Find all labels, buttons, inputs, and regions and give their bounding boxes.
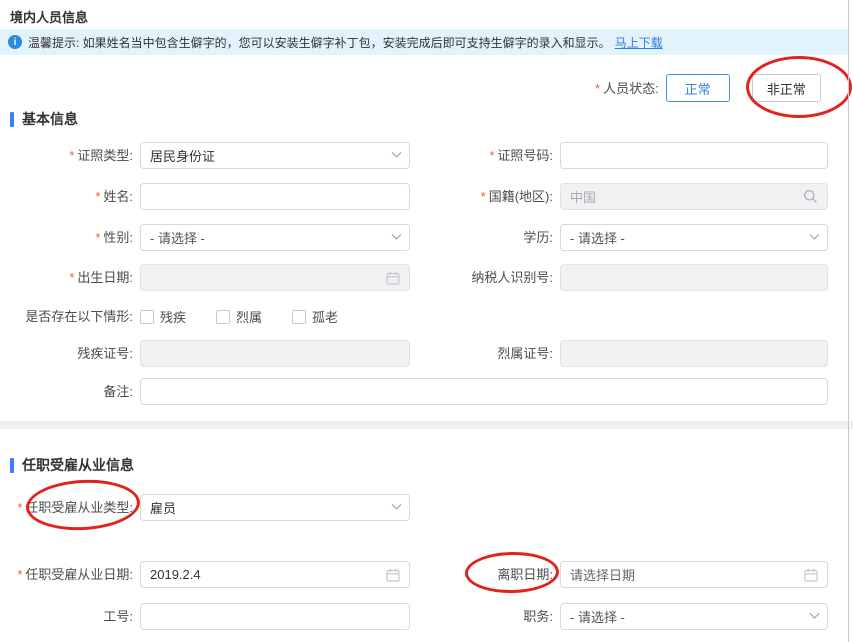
field-education: 学历: - 请选择 - bbox=[420, 224, 828, 251]
cert-no-input[interactable] bbox=[570, 143, 818, 168]
field-remarks: 备注: bbox=[0, 378, 828, 405]
required-mark: * bbox=[95, 230, 100, 245]
work-no-input[interactable] bbox=[150, 604, 400, 629]
checkbox-martyr-family[interactable]: 烈属 bbox=[216, 307, 262, 326]
field-martyr-no: 烈属证号: bbox=[420, 340, 828, 367]
remarks-input[interactable] bbox=[150, 379, 818, 404]
field-position: 职务: - 请选择 - bbox=[420, 603, 828, 630]
birth-date-picker bbox=[140, 264, 410, 291]
chevron-down-icon bbox=[810, 230, 820, 240]
conditions-label: 是否存在以下情形: bbox=[0, 303, 140, 330]
checkbox-disability[interactable]: 残疾 bbox=[140, 307, 186, 326]
notice-text: 温馨提示: 如果姓名当中包含生僻字的，您可以安装生僻字补丁包，安装完成后即可支持… bbox=[28, 34, 611, 51]
required-mark: * bbox=[69, 148, 74, 163]
calendar-icon bbox=[804, 568, 818, 582]
employment-type-select[interactable]: 雇员 bbox=[140, 494, 410, 521]
nationality-picker[interactable]: 中国 bbox=[560, 183, 828, 210]
employment-date-picker[interactable]: 2019.2.4 bbox=[140, 561, 410, 588]
field-resign-date: 离职日期: 请选择日期 bbox=[420, 561, 828, 588]
education-select[interactable]: - 请选择 - bbox=[560, 224, 828, 251]
field-birth-date: *出生日期: bbox=[0, 264, 410, 291]
required-mark: * bbox=[95, 189, 100, 204]
person-status-label: *人员状态: bbox=[595, 75, 666, 102]
section-accent-bar bbox=[10, 458, 14, 473]
person-status-group: *人员状态: 正常 非正常 bbox=[595, 74, 821, 102]
download-link[interactable]: 马上下载 bbox=[615, 34, 663, 51]
required-mark: * bbox=[69, 270, 74, 285]
field-gender: *性别: - 请选择 - bbox=[0, 224, 410, 251]
field-conditions: 是否存在以下情形: 残疾 烈属 孤老 bbox=[0, 303, 368, 330]
required-mark: * bbox=[489, 148, 494, 163]
status-normal-button[interactable]: 正常 bbox=[666, 74, 730, 102]
calendar-icon bbox=[386, 271, 400, 285]
field-work-no: 工号: bbox=[0, 603, 410, 630]
field-employment-date: *任职受雇从业日期: 2019.2.4 bbox=[0, 561, 410, 588]
field-cert-type: *证照类型: 居民身份证 bbox=[0, 142, 410, 169]
checkbox-icon[interactable] bbox=[292, 310, 306, 324]
field-cert-no: *证照号码: bbox=[420, 142, 828, 169]
position-select[interactable]: - 请选择 - bbox=[560, 603, 828, 630]
chevron-down-icon bbox=[392, 500, 402, 510]
search-icon bbox=[803, 189, 818, 204]
required-mark: * bbox=[17, 567, 22, 582]
cert-type-select[interactable]: 居民身份证 bbox=[140, 142, 410, 169]
field-taxpayer-id: 纳税人识别号: bbox=[420, 264, 828, 291]
name-input[interactable] bbox=[150, 184, 400, 209]
field-employment-type: *任职受雇从业类型: 雇员 bbox=[0, 494, 410, 521]
checkbox-icon[interactable] bbox=[140, 310, 154, 324]
notice-bar: i 温馨提示: 如果姓名当中包含生僻字的，您可以安装生僻字补丁包，安装完成后即可… bbox=[0, 29, 849, 55]
chevron-down-icon bbox=[392, 148, 402, 158]
section-divider bbox=[0, 421, 853, 429]
calendar-icon bbox=[386, 568, 400, 582]
gender-select[interactable]: - 请选择 - bbox=[140, 224, 410, 251]
section-employment-info: 任职受雇从业信息 bbox=[10, 455, 134, 475]
personnel-info-page: 境内人员信息 i 温馨提示: 如果姓名当中包含生僻字的，您可以安装生僻字补丁包，… bbox=[0, 0, 853, 642]
disability-no-input bbox=[140, 340, 410, 367]
window-edge-line bbox=[848, 0, 849, 642]
required-mark: * bbox=[17, 500, 22, 515]
field-name: *姓名: bbox=[0, 183, 410, 210]
field-disability-no: 残疾证号: bbox=[0, 340, 410, 367]
martyr-no-input bbox=[560, 340, 828, 367]
info-icon: i bbox=[8, 35, 22, 49]
taxpayer-id-input bbox=[560, 264, 828, 291]
section-accent-bar bbox=[10, 112, 14, 127]
required-mark: * bbox=[595, 81, 600, 96]
status-abnormal-button[interactable]: 非正常 bbox=[752, 74, 821, 102]
field-nationality: *国籍(地区): 中国 bbox=[420, 183, 828, 210]
required-mark: * bbox=[481, 189, 486, 204]
chevron-down-icon bbox=[392, 230, 402, 240]
chevron-down-icon bbox=[810, 609, 820, 619]
section-basic-info: 基本信息 bbox=[10, 109, 78, 129]
checkbox-lonely-elderly[interactable]: 孤老 bbox=[292, 307, 338, 326]
resign-date-picker[interactable]: 请选择日期 bbox=[560, 561, 828, 588]
page-title: 境内人员信息 bbox=[10, 7, 88, 26]
checkbox-icon[interactable] bbox=[216, 310, 230, 324]
